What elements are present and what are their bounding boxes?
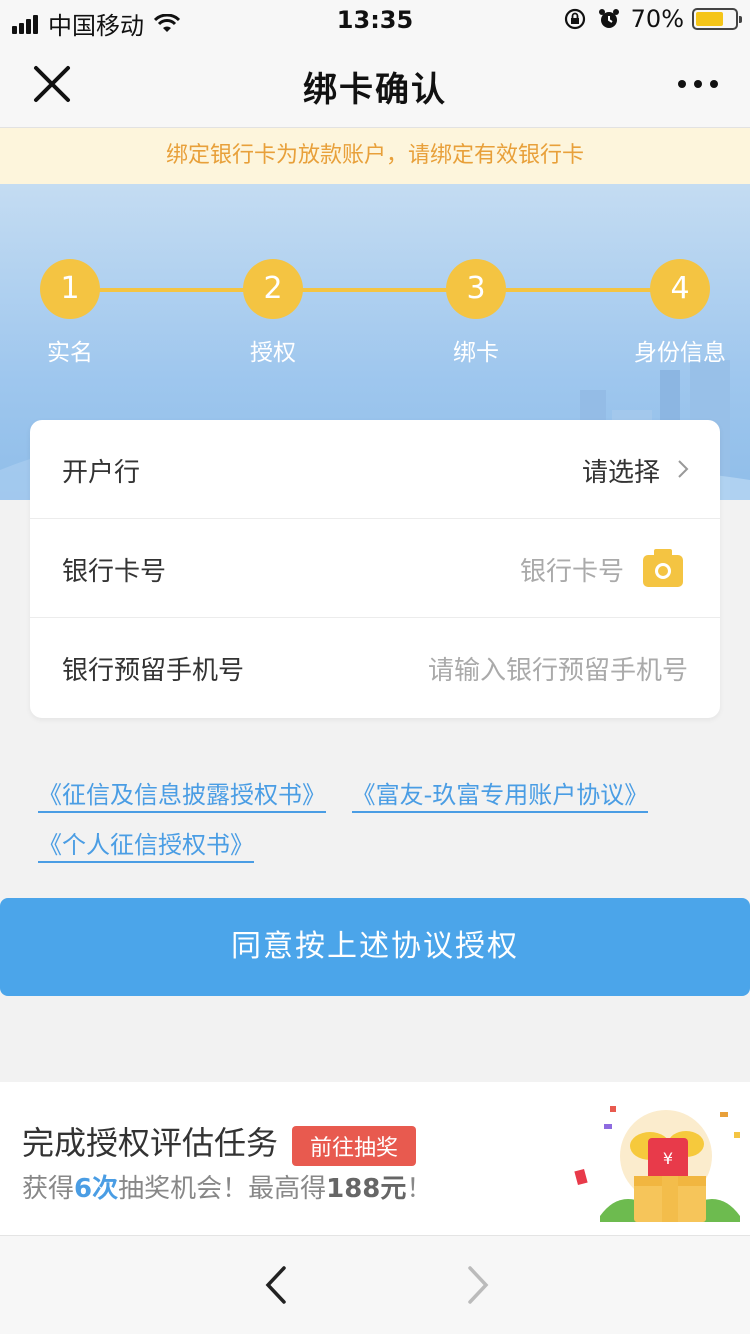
step-4-label: 身份信息 [634, 340, 726, 366]
bank-select-row[interactable]: 开户行 请选择 [30, 420, 720, 519]
step-2-number: 2 [243, 259, 303, 319]
bank-label: 开户行 [62, 458, 141, 488]
rotation-lock-icon [564, 8, 585, 30]
phone-input[interactable]: 请输入银行预留手机号 [428, 650, 688, 687]
phone-label: 银行预留手机号 [62, 656, 245, 686]
promo-sub-middle: 抽奖机会！最高得 [118, 1174, 327, 1204]
card-number-row: 银行卡号 银行卡号 [30, 519, 720, 618]
notice-bar: 绑定银行卡为放款账户，请绑定有效银行卡 [0, 128, 750, 184]
promo-title: 完成授权评估任务 [22, 1124, 279, 1162]
account-agreement-link[interactable]: 《富友-玖富专用账户协议》 [351, 781, 649, 813]
gift-box-icon: ¥ [574, 1106, 740, 1222]
step-1-label: 实名 [47, 340, 93, 366]
battery-level [696, 12, 723, 26]
promo-sub-prefix: 获得 [22, 1174, 75, 1204]
forward-arrow-icon[interactable] [456, 1264, 496, 1306]
step-3: 3 绑卡 [406, 259, 546, 367]
svg-text:¥: ¥ [663, 1149, 673, 1168]
card-number-input[interactable]: 银行卡号 [520, 551, 624, 588]
bank-card-form: 开户行 请选择 银行卡号 银行卡号 银行预留手机号 请输入银行预留手机号 [30, 420, 720, 718]
more-icon[interactable] [676, 70, 720, 98]
card-number-label: 银行卡号 [62, 557, 167, 587]
promo-subtitle: 获得6次抽奖机会！最高得188元！ [22, 1168, 432, 1205]
agreement-links: 《征信及信息披露授权书》 《富友-玖富专用账户协议》 《个人征信授权书》 [38, 770, 718, 870]
promo-sub-amount: 188元 [326, 1174, 407, 1204]
promo-sub-count: 6次 [74, 1174, 119, 1204]
steps-progress-line [70, 288, 680, 292]
browser-toolbar [0, 1236, 750, 1334]
camera-icon[interactable] [642, 547, 684, 589]
status-right: 70% [563, 5, 742, 33]
chevron-right-icon [678, 460, 689, 478]
bank-select-value[interactable]: 请选择 [582, 452, 660, 489]
agree-button[interactable]: 同意按上述协议授权 [0, 898, 750, 996]
battery-percent: 70% [630, 5, 684, 33]
step-1-number: 1 [40, 259, 100, 319]
alarm-icon [598, 9, 619, 28]
battery-icon [692, 8, 742, 30]
nav-bar: 绑卡确认 [0, 40, 750, 128]
personal-credit-link[interactable]: 《个人征信授权书》 [38, 831, 254, 863]
credit-disclosure-link[interactable]: 《征信及信息披露授权书》 [38, 781, 326, 813]
promo-banner[interactable]: 完成授权评估任务 前往抽奖 获得6次抽奖机会！最高得188元！ ¥ [0, 1082, 750, 1236]
back-arrow-icon[interactable] [258, 1264, 298, 1306]
promo-sub-suffix: ！ [406, 1174, 433, 1204]
step-2: 2 授权 [203, 259, 343, 367]
step-1: 1 实名 [0, 259, 140, 367]
step-4-number: 4 [650, 259, 710, 319]
step-3-label: 绑卡 [453, 340, 499, 366]
status-bar: 中国移动 13:35 70% [0, 0, 750, 40]
step-4: 4 身份信息 [610, 259, 750, 367]
lottery-badge[interactable]: 前往抽奖 [292, 1126, 417, 1166]
page-title: 绑卡确认 [303, 70, 447, 110]
step-3-number: 3 [446, 259, 506, 319]
step-2-label: 授权 [250, 340, 296, 366]
phone-row: 银行预留手机号 请输入银行预留手机号 [30, 618, 720, 717]
